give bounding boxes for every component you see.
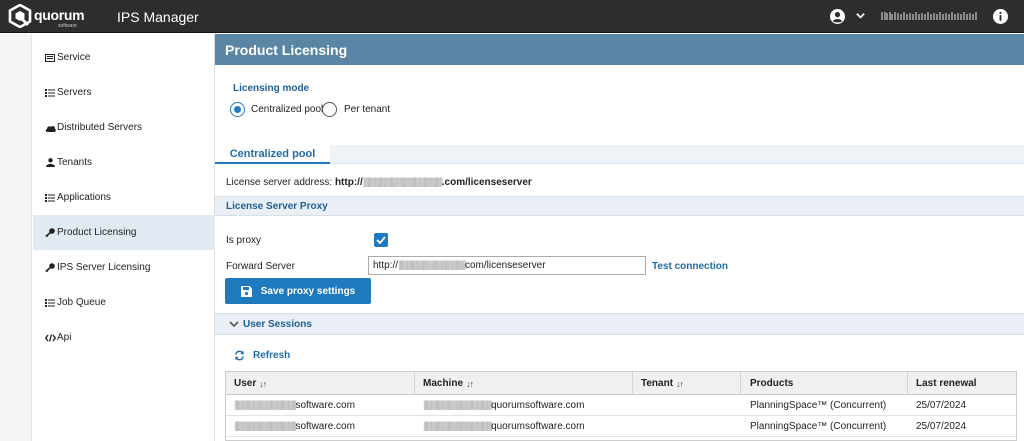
- refresh-button[interactable]: Refresh: [234, 350, 290, 361]
- sidebar-item-label: Servers: [57, 87, 92, 98]
- sidebar-item-tenants[interactable]: Tenants: [33, 145, 215, 180]
- section-title: User Sessions: [243, 319, 312, 330]
- forward-server-label: Forward Server: [226, 261, 295, 272]
- column-header-tenant[interactable]: Tenant ↓↑: [641, 378, 684, 389]
- chevron-down-icon[interactable]: [229, 321, 239, 328]
- page-title: Product Licensing: [225, 42, 348, 58]
- user-sessions-table: User ↓↑ Machine ↓↑ Tenant ↓↑ Products Last …: [225, 371, 1017, 441]
- cell-machine: ||||||||||||||||||||||||||||||||||||||||…: [423, 400, 585, 411]
- main-content: Product Licensing Licensing mode Central…: [215, 34, 1024, 441]
- top-bar: quorum software IPS Manager: [0, 0, 1024, 33]
- is-proxy-label: Is proxy: [226, 235, 262, 246]
- tab-centralized-pool[interactable]: Centralized pool: [215, 145, 330, 164]
- cell-last-renewal: 25/07/2024: [916, 421, 967, 432]
- cell-user: ||||||||||||||||||||||||||||||||||||||||…: [234, 421, 355, 432]
- code-icon: [44, 333, 56, 343]
- sidebar-item-service[interactable]: Service: [33, 40, 215, 75]
- sidebar-item-label: Job Queue: [57, 297, 106, 308]
- info-circle-icon[interactable]: [993, 9, 1008, 24]
- sidebar-item-label: Tenants: [57, 157, 93, 168]
- cell-product: PlanningSpace™ (Concurrent): [750, 421, 887, 432]
- license-server-proxy-section: License Server Proxy: [215, 196, 1024, 216]
- test-connection-link[interactable]: Test connection: [652, 261, 728, 272]
- refresh-label: Refresh: [253, 350, 291, 361]
- table-row[interactable]: ||||||||||||||||||||||||||||||||||||||||…: [226, 416, 1016, 437]
- sidebar-item-label: Api: [57, 332, 72, 343]
- app-title: IPS Manager: [117, 9, 199, 25]
- quorum-logo-icon: [8, 4, 32, 28]
- sidebar-item-product-licensing[interactable]: Product Licensing: [33, 215, 215, 250]
- redacted-host: ||||||||||||||||||||||||||||||||||||||||…: [398, 260, 466, 271]
- user-circle-icon[interactable]: [830, 9, 845, 24]
- cell-last-renewal: 25/07/2024: [916, 400, 967, 411]
- table-row[interactable]: ||||||||||||||||||||||||||||||||||||||||…: [226, 395, 1016, 416]
- tab-strip: Centralized pool: [215, 145, 1024, 164]
- license-server-address-label: License server address:: [226, 177, 333, 188]
- license-server-address-value: http://|||||||||||||||||||||||||||||||||…: [334, 177, 532, 188]
- section-title: License Server Proxy: [226, 201, 328, 212]
- is-proxy-checkbox[interactable]: [374, 233, 388, 247]
- left-gutter: [0, 34, 32, 441]
- sidebar-item-label: Distributed Servers: [57, 122, 143, 133]
- cell-product: PlanningSpace™ (Concurrent): [750, 400, 887, 411]
- user-name-redacted[interactable]: [880, 10, 980, 22]
- person-icon: [44, 158, 56, 168]
- chevron-down-icon[interactable]: [856, 12, 865, 20]
- redacted-host: ||||||||||||||||||||||||||||||||||||||||…: [362, 177, 444, 188]
- forward-server-input[interactable]: http://|||||||||||||||||||||||||||||||||…: [368, 256, 646, 275]
- sidebar-item-api[interactable]: Api: [33, 320, 215, 355]
- checkmark-icon: [376, 236, 386, 244]
- list-icon: [44, 88, 56, 98]
- sidebar-item-label: IPS Server Licensing: [57, 262, 151, 273]
- list-icon: [44, 193, 56, 203]
- sort-icon[interactable]: ↓↑: [259, 379, 267, 389]
- server-box-icon: [44, 53, 56, 63]
- column-separator[interactable]: [907, 372, 908, 395]
- column-separator[interactable]: [414, 372, 415, 395]
- key-icon: [44, 228, 56, 238]
- column-header-user[interactable]: User ↓↑: [234, 378, 267, 389]
- sidebar-item-job-queue[interactable]: Job Queue: [33, 285, 215, 320]
- save-proxy-settings-button[interactable]: Save proxy settings: [225, 278, 371, 304]
- refresh-icon: [235, 350, 244, 361]
- sidebar-item-label: Applications: [57, 192, 111, 203]
- user-sessions-section[interactable]: User Sessions: [215, 313, 1024, 335]
- cell-user: ||||||||||||||||||||||||||||||||||||||||…: [234, 400, 355, 411]
- cell-machine: ||||||||||||||||||||||||||||||||||||||||…: [423, 421, 585, 432]
- sidebar-item-label: Service: [57, 52, 91, 63]
- sidebar-item-distributed-servers[interactable]: Distributed Servers: [33, 110, 215, 145]
- sort-icon[interactable]: ↓↑: [676, 379, 684, 389]
- table-header: User ↓↑ Machine ↓↑ Tenant ↓↑ Products Last …: [226, 372, 1016, 395]
- column-header-products[interactable]: Products: [750, 378, 793, 389]
- sidebar-item-servers[interactable]: Servers: [33, 75, 215, 110]
- sort-icon[interactable]: ↓↑: [466, 379, 474, 389]
- save-proxy-settings-label: Save proxy settings: [260, 285, 356, 297]
- licensing-mode-label: Licensing mode: [233, 83, 310, 94]
- logo-subtext: software: [58, 23, 77, 29]
- column-header-machine[interactable]: Machine ↓↑: [423, 378, 474, 389]
- list-icon: [44, 298, 56, 308]
- quorum-logo[interactable]: quorum software: [8, 3, 88, 30]
- sidebar-item-ips-server-licensing[interactable]: IPS Server Licensing: [33, 250, 215, 285]
- column-separator[interactable]: [740, 372, 741, 395]
- radio-per-tenant-label[interactable]: Per tenant: [344, 104, 390, 115]
- radio-centralized-pool[interactable]: [230, 102, 245, 117]
- sidebar-item-applications[interactable]: Applications: [33, 180, 215, 215]
- cloud-icon: [44, 123, 56, 133]
- radio-per-tenant[interactable]: [322, 102, 337, 117]
- license-server-address: License server address: http://|||||||||…: [226, 177, 532, 188]
- column-separator[interactable]: [632, 372, 633, 395]
- key-icon: [44, 263, 56, 273]
- logo-text: quorum: [34, 7, 85, 23]
- page-header: Product Licensing: [215, 34, 1024, 65]
- sidebar-item-label: Product Licensing: [57, 227, 137, 238]
- floppy-disk-icon: [240, 285, 252, 297]
- column-header-last-renewal[interactable]: Last renewal: [916, 378, 977, 389]
- sidebar: Service Servers Distributed Servers Tena…: [33, 34, 215, 441]
- radio-centralized-pool-label[interactable]: Centralized pool: [251, 104, 323, 115]
